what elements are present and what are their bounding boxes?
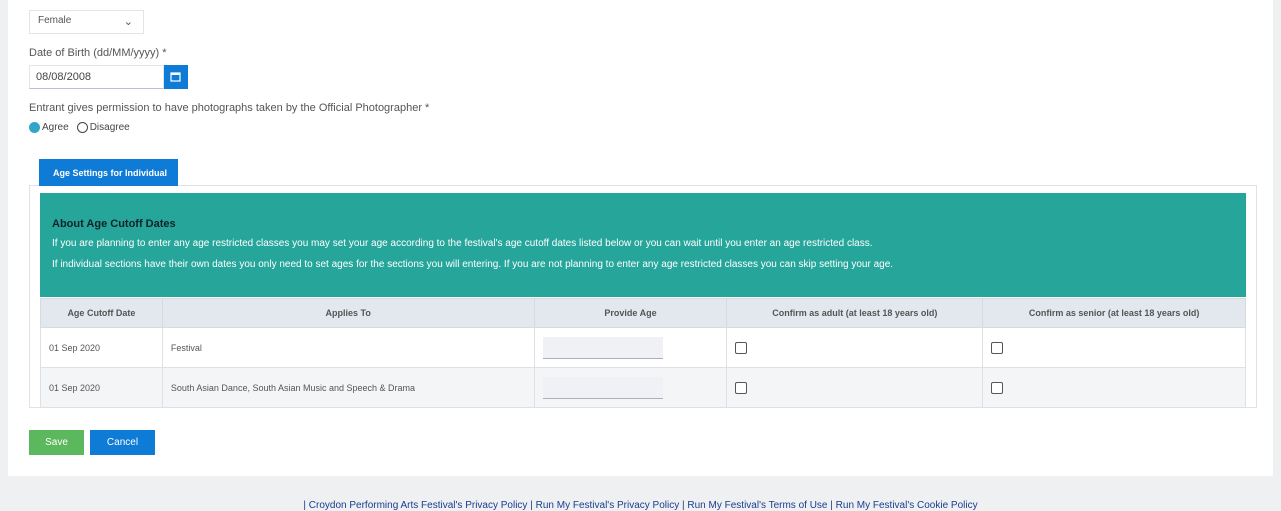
required-mark: * xyxy=(424,102,430,114)
column-header: Confirm as adult (at least 18 years old) xyxy=(726,298,984,328)
cancel-button-label: Cancel xyxy=(106,437,139,448)
footer-separator: | xyxy=(530,500,533,511)
confirm-senior-checkbox[interactable] xyxy=(991,381,1004,394)
confirm-senior-cell xyxy=(982,367,1246,408)
footer-link-rmf-terms[interactable]: Run My Festival's Terms of Use xyxy=(687,500,827,511)
calendar-button[interactable] xyxy=(164,65,188,89)
agree-radio-label[interactable]: Agree xyxy=(42,122,69,133)
agree-radio[interactable] xyxy=(29,121,40,133)
column-header: Confirm as senior (at least 18 years old… xyxy=(982,298,1246,328)
disagree-radio-label[interactable]: Disagree xyxy=(90,122,130,133)
save-button-label: Save xyxy=(45,437,68,448)
confirm-adult-checkbox[interactable] xyxy=(735,341,748,354)
dob-input[interactable]: 08/08/2008 xyxy=(29,65,164,89)
footer-separator: | xyxy=(303,500,306,511)
provide-age-input[interactable] xyxy=(542,336,663,359)
table-header-row: Age Cutoff Date Applies To Provide Age C… xyxy=(40,298,1246,328)
table-row: 01 Sep 2020 Festival xyxy=(40,327,1246,368)
cancel-button[interactable]: Cancel xyxy=(90,430,155,455)
footer-link-croydon-privacy[interactable]: Croydon Performing Arts Festival's Priva… xyxy=(309,500,528,511)
column-header: Provide Age xyxy=(533,298,728,328)
info-line: If individual sections have their own da… xyxy=(52,259,894,270)
provide-age-cell xyxy=(533,367,728,408)
chevron-down-icon: ⌄ xyxy=(123,16,133,28)
info-line: If you are planning to enter any age res… xyxy=(52,238,873,249)
dob-label-text: Date of Birth (dd/MM/yyyy) xyxy=(29,47,160,59)
footer-separator: | xyxy=(682,500,685,511)
info-title: About Age Cutoff Dates xyxy=(52,218,176,230)
calendar-icon xyxy=(170,72,181,82)
age-cutoff-table: Age Cutoff Date Applies To Provide Age C… xyxy=(40,298,1246,408)
footer-separator: | xyxy=(830,500,833,511)
footer-link-rmf-cookie[interactable]: Run My Festival's Cookie Policy xyxy=(836,500,978,511)
tab-age-settings[interactable]: Age Settings for Individual xyxy=(39,159,178,186)
column-header: Age Cutoff Date xyxy=(40,298,163,328)
save-button[interactable]: Save xyxy=(29,430,84,455)
confirm-adult-checkbox[interactable] xyxy=(735,381,748,394)
provide-age-cell xyxy=(533,327,728,368)
dob-label: Date of Birth (dd/MM/yyyy) * xyxy=(29,47,166,59)
disagree-radio[interactable] xyxy=(76,121,88,133)
confirm-adult-cell xyxy=(726,327,984,368)
cutoff-date-cell: 01 Sep 2020 xyxy=(40,367,163,408)
photo-permission-text: Entrant gives permission to have photogr… xyxy=(29,102,422,114)
photo-permission-label: Entrant gives permission to have photogr… xyxy=(29,102,429,114)
gender-select[interactable]: Female ⌄ xyxy=(29,10,144,34)
age-cutoff-info-box: About Age Cutoff Dates If you are planni… xyxy=(40,193,1246,297)
column-header: Applies To xyxy=(161,298,535,328)
table-row: 01 Sep 2020 South Asian Dance, South Asi… xyxy=(40,367,1246,408)
provide-age-input[interactable] xyxy=(542,376,663,399)
confirm-senior-checkbox[interactable] xyxy=(991,341,1004,354)
dob-input-value: 08/08/2008 xyxy=(36,71,92,83)
cutoff-date-cell: 01 Sep 2020 xyxy=(40,327,163,368)
confirm-adult-cell xyxy=(726,367,984,408)
required-mark: * xyxy=(162,47,167,59)
applies-to-cell: South Asian Dance, South Asian Music and… xyxy=(161,367,535,408)
footer-links: | Croydon Performing Arts Festival's Pri… xyxy=(0,500,1281,511)
footer-link-rmf-privacy[interactable]: Run My Festival's Privacy Policy xyxy=(536,500,680,511)
confirm-senior-cell xyxy=(982,327,1246,368)
photo-permission-radio-group: Agree Disagree xyxy=(29,120,130,134)
gender-select-value: Female xyxy=(38,15,72,26)
applies-to-cell: Festival xyxy=(161,327,535,368)
tab-age-settings-label: Age Settings for Individual xyxy=(53,168,168,178)
